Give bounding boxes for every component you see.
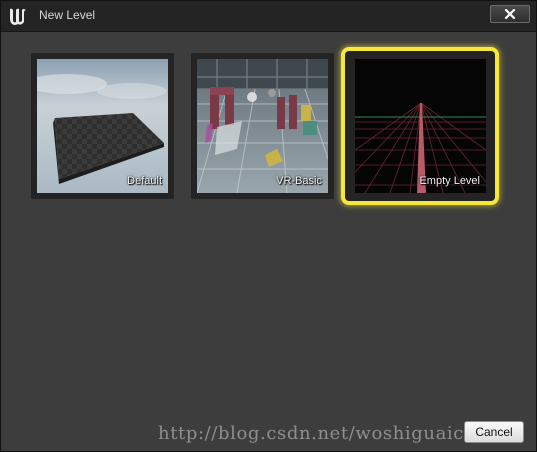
template-empty-level-thumbnail: Empty Level [355,59,486,193]
template-default-thumbnail: Default [37,59,168,193]
close-button[interactable] [490,5,530,23]
window-title: New Level [39,8,96,22]
template-default[interactable]: Default [31,53,174,199]
close-x-icon [504,9,516,19]
watermark-text: http://blog.csdn.net/woshiguaic [158,423,464,444]
template-vr-basic-thumbnail: VR-Basic [197,59,328,193]
title-bar[interactable]: New Level [1,1,536,32]
new-level-dialog: New Level Default VR-Basic Empty Level h… [0,0,537,452]
template-label: Default [127,175,162,187]
template-label: VR-Basic [276,175,322,187]
cancel-button[interactable]: Cancel [464,421,524,443]
template-label: Empty Level [419,175,480,187]
template-vr-basic[interactable]: VR-Basic [191,53,334,199]
template-empty-level[interactable]: Empty Level [341,47,499,205]
unreal-engine-logo-icon [7,5,29,27]
